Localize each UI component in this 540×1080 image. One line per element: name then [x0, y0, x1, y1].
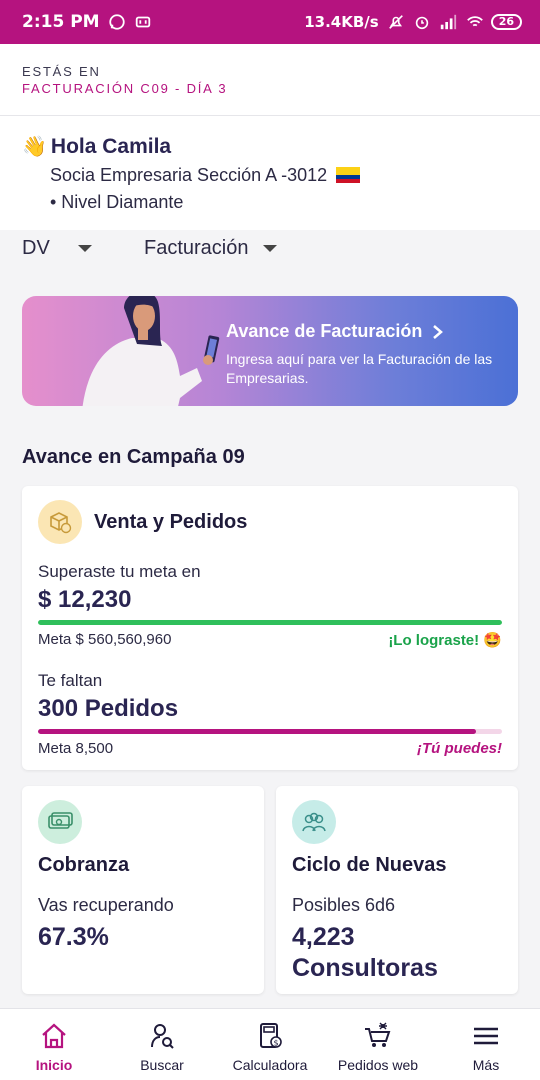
notification-icon	[134, 13, 152, 31]
orders-progress-fill	[38, 729, 477, 734]
ciclo-nuevas-value: 4,223 Consultoras	[292, 922, 502, 984]
goal-value: $ 12,230	[38, 586, 132, 613]
search-person-icon	[151, 1024, 174, 1049]
bottom-navigation: Inicio Buscar $ Calculadora Pedidos web …	[0, 1008, 540, 1080]
cobranza-title: Cobranza	[38, 854, 130, 876]
sales-card-title: Venta y Pedidos	[94, 510, 248, 533]
ciclo-nuevas-count: 4,223	[292, 923, 355, 951]
orders-value: 300 Pedidos	[38, 695, 179, 722]
nav-mas[interactable]: Más	[432, 1009, 540, 1080]
orders-status: ¡Tú puedes!	[417, 740, 502, 757]
context-label: ESTÁS EN	[22, 64, 101, 79]
clock: 2:15 PM	[22, 12, 100, 32]
network-speed: 13.4KB/s	[304, 13, 379, 31]
cobranza-card[interactable]: Cobranza Vas recuperando 67.3%	[22, 786, 264, 994]
greeting-section: 👋 Hola Camila Socia Empresaria Sección A…	[0, 116, 540, 230]
cart-icon	[365, 1022, 391, 1047]
chevron-down-icon	[77, 244, 92, 252]
svg-text:$: $	[273, 1039, 278, 1048]
chevron-right-icon	[433, 324, 444, 339]
sales-orders-card[interactable]: Venta y Pedidos Superaste tu meta en $ 1…	[22, 486, 518, 770]
campaign-context: ESTÁS EN FACTURACIÓN C09 - DÍA 3	[0, 44, 540, 116]
chevron-down-icon	[262, 244, 277, 252]
billing-progress-banner[interactable]: Avance de Facturación Ingresa aquí para …	[22, 296, 518, 406]
user-role: Socia Empresaria Sección A -3012	[50, 165, 518, 186]
alarm-icon	[413, 13, 431, 31]
context-value: FACTURACIÓN C09 - DÍA 3	[22, 81, 228, 96]
nav-inicio[interactable]: Inicio	[0, 1009, 108, 1080]
ciclo-nuevas-title: Ciclo de Nuevas	[292, 854, 447, 876]
woman-with-phone-illustration	[82, 296, 220, 406]
mute-icon	[387, 13, 405, 31]
nav-buscar[interactable]: Buscar	[108, 1009, 216, 1080]
dv-dropdown-label: DV	[22, 236, 50, 259]
sales-card-header: Venta y Pedidos	[38, 500, 502, 544]
orders-progress-bar	[38, 729, 502, 734]
menu-icon	[474, 1027, 498, 1045]
goal-meta-row: Meta $ 560,560,960 ¡Lo lograste! 🤩	[38, 631, 502, 649]
facturacion-dropdown[interactable]: Facturación	[144, 237, 277, 260]
box-money-icon	[38, 500, 82, 544]
facturacion-dropdown-label: Facturación	[144, 236, 249, 259]
whatsapp-icon	[108, 13, 126, 31]
greeting-title: 👋 Hola Camila	[22, 134, 518, 159]
calculator-icon: $	[260, 1023, 282, 1048]
banner-description: Ingresa aquí para ver la Facturación de …	[226, 351, 493, 386]
banner-title: Avance de Facturación	[226, 321, 444, 342]
battery-indicator: 26	[490, 14, 522, 30]
banner-title-text: Avance de Facturación	[226, 321, 423, 341]
goal-progress-bar	[38, 620, 502, 625]
waving-hand-icon: 👋	[22, 136, 47, 158]
money-bills-icon	[38, 800, 82, 844]
wifi-icon	[465, 13, 483, 31]
section-title: Avance en Campaña 09	[22, 446, 245, 468]
group-people-icon	[292, 800, 336, 844]
user-level: • Nivel Diamante	[50, 192, 184, 212]
status-bar: 2:15 PM 13.4KB/s 26	[0, 0, 540, 44]
nav-buscar-label: Buscar	[140, 1057, 184, 1073]
nav-pedidos-web[interactable]: Pedidos web	[324, 1009, 432, 1080]
greeting-text: Hola Camila	[50, 134, 172, 158]
dv-dropdown[interactable]: DV	[22, 237, 144, 260]
orders-meta-row: Meta 8,500 ¡Tú puedes!	[38, 740, 502, 757]
ciclo-nuevas-label: Posibles 6d6	[292, 895, 396, 915]
user-role-text: Socia Empresaria Sección A -3012	[50, 165, 328, 185]
nav-calculadora-label: Calculadora	[232, 1057, 308, 1073]
orders-meta: Meta 8,500	[38, 740, 114, 757]
orders-label: Te faltan	[38, 671, 103, 690]
nav-mas-label: Más	[472, 1057, 500, 1073]
nav-pedidos-web-label: Pedidos web	[337, 1057, 419, 1073]
nav-calculadora[interactable]: $ Calculadora	[216, 1009, 324, 1080]
ciclo-nuevas-card[interactable]: Ciclo de Nuevas Posibles 6d6 4,223 Consu…	[276, 786, 518, 994]
goal-meta: Meta $ 560,560,960	[38, 631, 172, 648]
cobranza-value: 67.3%	[38, 923, 109, 951]
goal-status: ¡Lo lograste! 🤩	[388, 632, 502, 649]
goal-progress-fill	[38, 620, 502, 625]
colombia-flag-icon	[336, 167, 361, 183]
nav-inicio-label: Inicio	[35, 1057, 73, 1073]
cobranza-label: Vas recuperando	[38, 895, 174, 915]
ciclo-nuevas-unit: Consultoras	[292, 954, 438, 982]
goal-label: Superaste tu meta en	[38, 562, 201, 581]
filters-row: DV Facturación	[0, 230, 540, 266]
signal-icon	[439, 13, 457, 31]
home-icon	[42, 1023, 66, 1049]
